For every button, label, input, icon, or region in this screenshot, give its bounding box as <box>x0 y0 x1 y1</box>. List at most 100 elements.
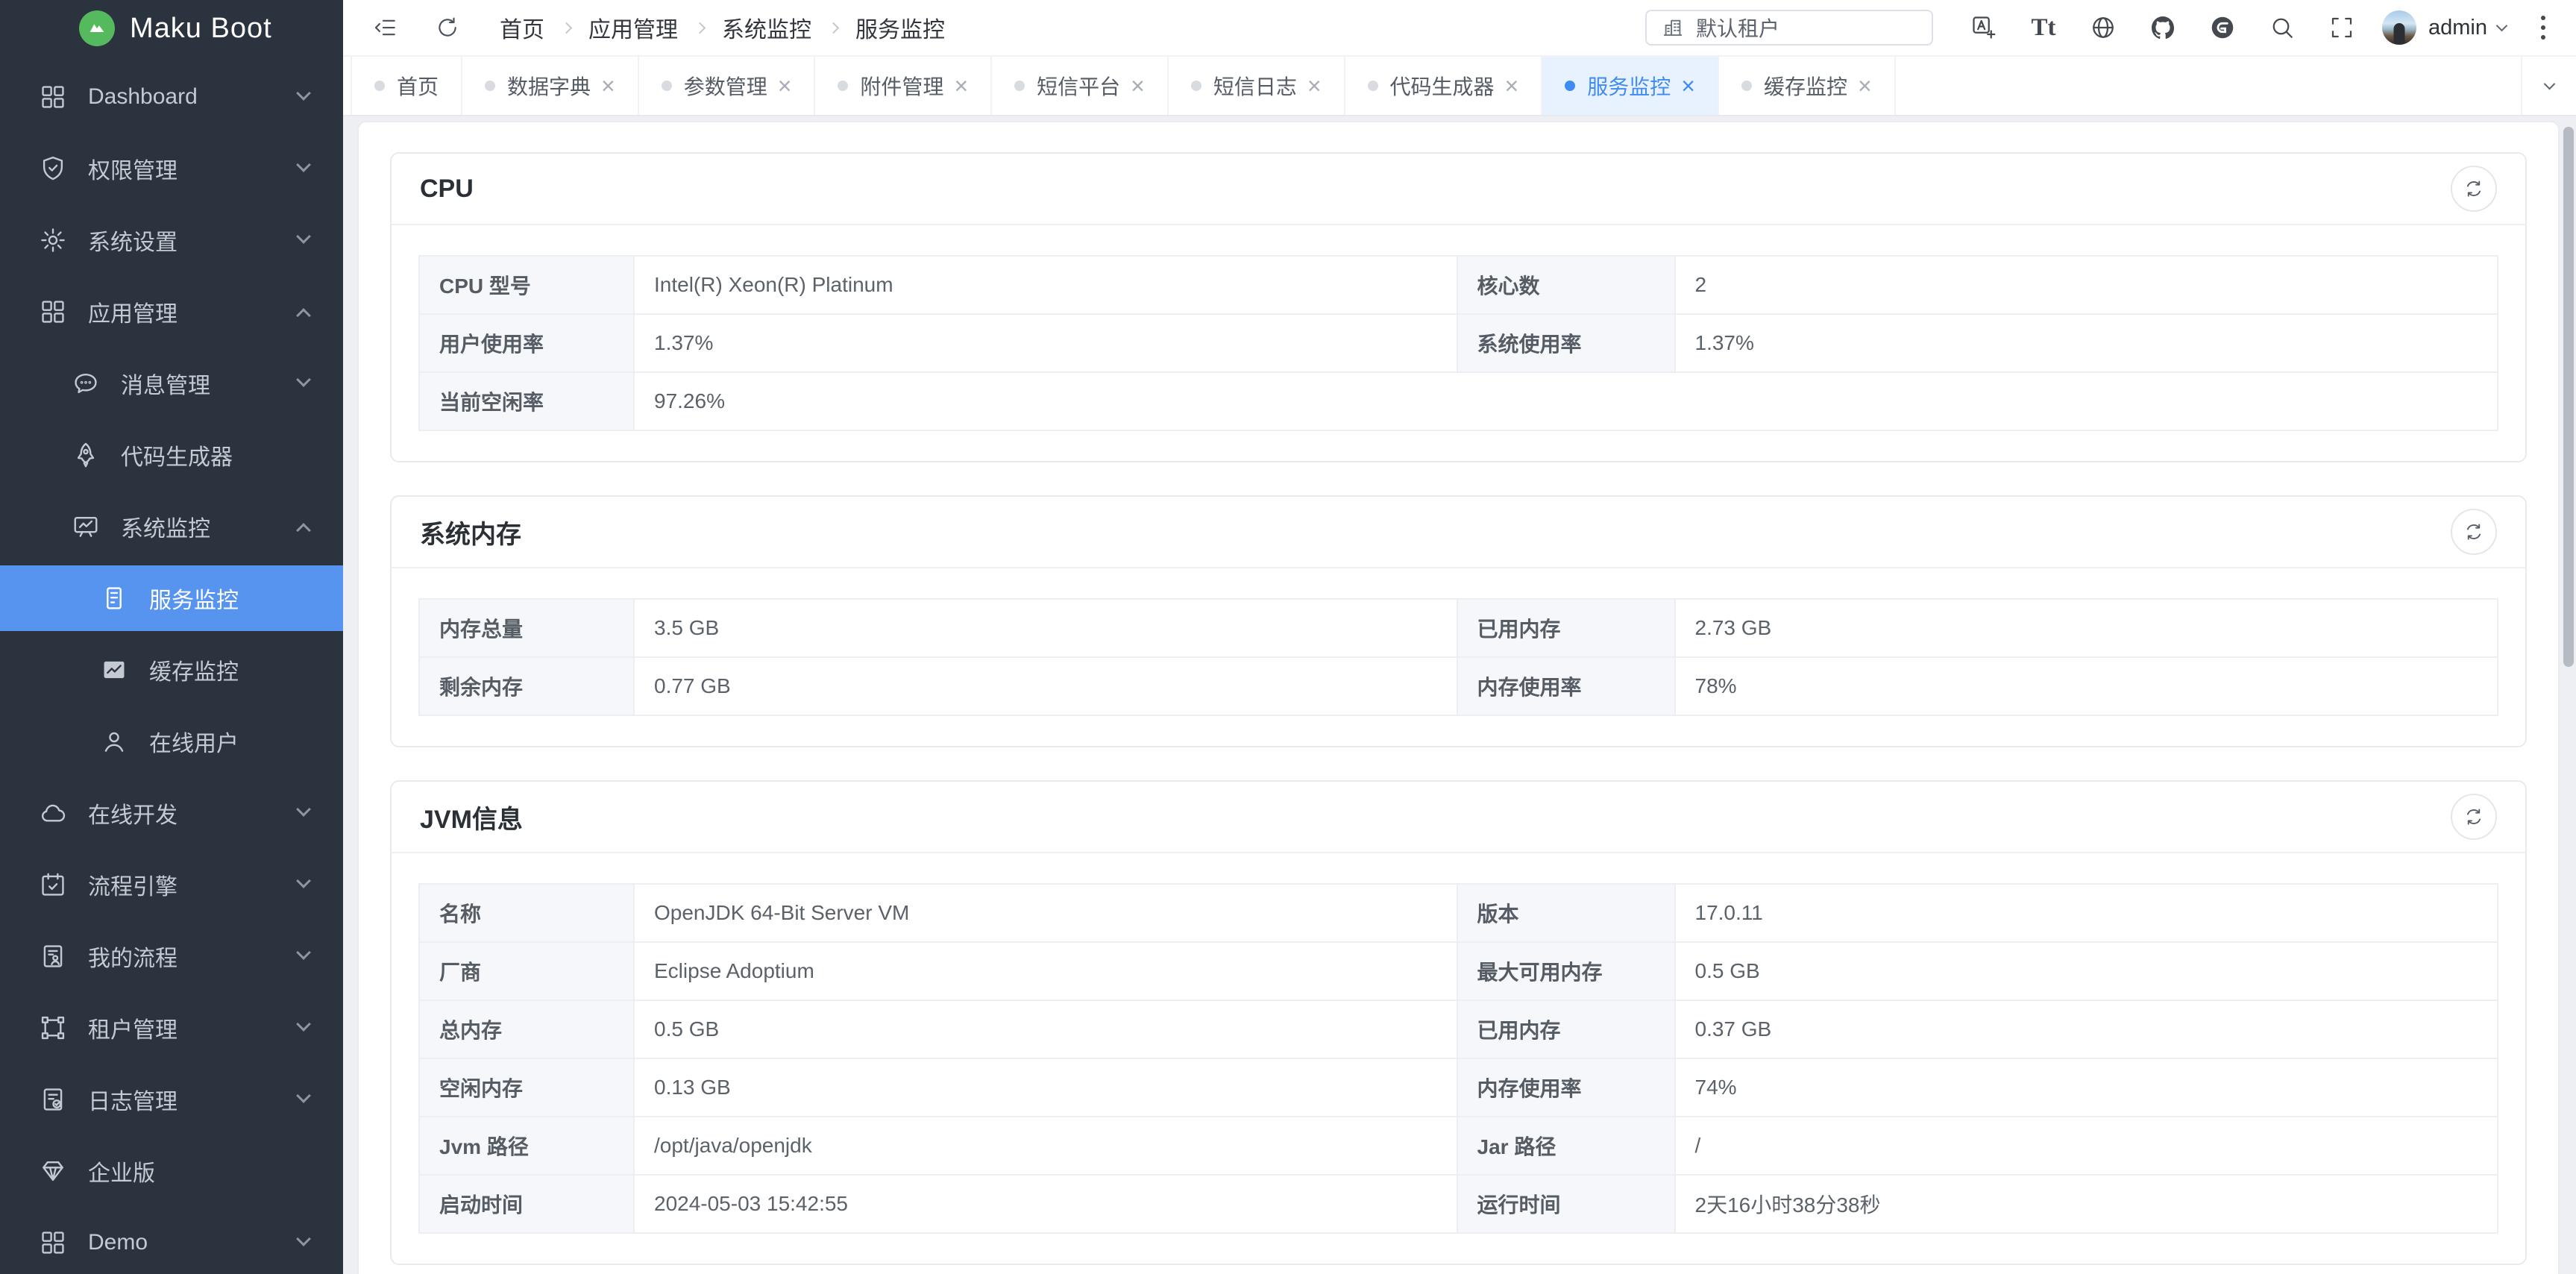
breadcrumb-separator-icon <box>694 22 706 34</box>
cell-value: 0.37 GB <box>1675 1000 2498 1058</box>
tab-service-monitor[interactable]: 服务监控 × <box>1542 57 1719 115</box>
cell-value: 1.37% <box>1675 314 2498 372</box>
sidebar-item-dashboard[interactable]: Dashboard <box>0 64 343 130</box>
sidebar-item-logs[interactable]: 日志管理 <box>0 1067 343 1132</box>
chevron-down-icon <box>296 157 311 172</box>
font-size-icon[interactable]: Tt <box>2014 0 2073 56</box>
tab-sms-log[interactable]: 短信日志 × <box>1169 57 1345 115</box>
sidebar-item-online-dev[interactable]: 在线开发 <box>0 780 343 846</box>
apps-icon <box>39 298 67 326</box>
jvm-card-body: 名称 OpenJDK 64-Bit Server VM 版本 17.0.11 厂… <box>392 853 2525 1264</box>
globe-icon[interactable] <box>2073 0 2133 56</box>
sidebar-item-permission[interactable]: 权限管理 <box>0 136 343 201</box>
sidebar: Maku Boot Dashboard 权限管理 系统设置 应用管理 消息管理 <box>0 0 343 1274</box>
tab-dict[interactable]: 数据字典 × <box>462 57 639 115</box>
sidebar-item-apps[interactable]: 应用管理 <box>0 279 343 345</box>
sidebar-item-label: 消息管理 <box>121 367 210 400</box>
logo-icon <box>79 10 115 46</box>
sidebar-item-label: 流程引擎 <box>88 868 178 901</box>
chevron-up-icon <box>296 308 311 323</box>
sidebar-item-online-users[interactable]: 在线用户 <box>0 709 343 774</box>
cell-value: 1.37% <box>634 314 1457 372</box>
memory-card-body: 内存总量 3.5 GB 已用内存 2.73 GB 剩余内存 0.77 GB 内存… <box>392 568 2525 746</box>
tab-cache-monitor[interactable]: 缓存监控 × <box>1719 57 1896 115</box>
sidebar-item-codegen[interactable]: 代码生成器 <box>0 422 343 488</box>
chevron-down-icon <box>296 1088 311 1103</box>
breadcrumb-item[interactable]: 应用管理 <box>588 11 678 44</box>
chevron-down-icon <box>296 945 311 960</box>
chevron-down-icon <box>296 1231 311 1246</box>
tab-close-icon[interactable]: × <box>1307 74 1322 98</box>
tab-dot-icon <box>485 81 495 91</box>
tab-home[interactable]: 首页 <box>351 57 462 115</box>
cell-value: / <box>1675 1117 2498 1175</box>
tenant-select[interactable]: 默认租户 <box>1645 10 1933 46</box>
sidebar-item-label: 系统监控 <box>121 510 210 543</box>
sidebar-item-service-monitor[interactable]: 服务监控 <box>0 565 343 631</box>
jvm-refresh-button[interactable] <box>2451 794 2497 840</box>
github-icon[interactable] <box>2133 0 2193 56</box>
sidebar-item-enterprise[interactable]: 企业版 <box>0 1138 343 1204</box>
memory-card: 系统内存 内存总量 3.5 GB 已用内存 2.73 GB <box>390 495 2527 747</box>
sidebar-item-monitor[interactable]: 系统监控 <box>0 494 343 559</box>
memory-refresh-button[interactable] <box>2451 509 2497 555</box>
cell-value: 0.77 GB <box>634 657 1457 715</box>
chevron-up-icon <box>296 523 311 538</box>
cell-label: 核心数 <box>1457 256 1675 314</box>
cell-label: 当前空闲率 <box>419 372 634 430</box>
cpu-table: CPU 型号 Intel(R) Xeon(R) Platinum 核心数 2 用… <box>418 255 2498 431</box>
cell-label: 系统使用率 <box>1457 314 1675 372</box>
fullscreen-icon[interactable] <box>2312 0 2372 56</box>
sidebar-item-tenant[interactable]: 租户管理 <box>0 995 343 1061</box>
cell-value: Eclipse Adoptium <box>634 942 1457 1000</box>
chevron-down-icon <box>296 229 311 244</box>
tab-params[interactable]: 参数管理 × <box>639 57 816 115</box>
tab-close-icon[interactable]: × <box>778 74 792 98</box>
tab-close-icon[interactable]: × <box>954 74 968 98</box>
cell-value: 78% <box>1675 657 2498 715</box>
building-icon <box>1662 16 1684 39</box>
translate-icon[interactable] <box>1954 0 2014 56</box>
sidebar-item-workflow-engine[interactable]: 流程引擎 <box>0 852 343 917</box>
tab-close-icon[interactable]: × <box>1505 74 1519 98</box>
tab-dropdown-button[interactable] <box>2521 57 2576 115</box>
chat-icon <box>72 369 100 398</box>
tab-close-icon[interactable]: × <box>1131 74 1145 98</box>
memory-table: 内存总量 3.5 GB 已用内存 2.73 GB 剩余内存 0.77 GB 内存… <box>418 598 2498 716</box>
sidebar-item-demo[interactable]: Demo <box>0 1210 343 1274</box>
cpu-refresh-button[interactable] <box>2451 166 2497 212</box>
breadcrumb-item[interactable]: 首页 <box>500 11 544 44</box>
tab-attachments[interactable]: 附件管理 × <box>815 57 992 115</box>
cell-label: 内存使用率 <box>1457 657 1675 715</box>
tab-sms-platform[interactable]: 短信平台 × <box>992 57 1169 115</box>
breadcrumb-item[interactable]: 系统监控 <box>722 11 811 44</box>
scrollbar-thumb[interactable] <box>2563 127 2574 667</box>
cell-value: 2.73 GB <box>1675 599 2498 657</box>
chevron-down-icon <box>296 802 311 817</box>
cell-value: OpenJDK 64-Bit Server VM <box>634 884 1457 942</box>
tab-close-icon[interactable]: × <box>1858 74 1872 98</box>
cell-label: 已用内存 <box>1457 1000 1675 1058</box>
kebab-menu-icon[interactable] <box>2528 7 2558 48</box>
tab-codegen[interactable]: 代码生成器 × <box>1345 57 1543 115</box>
sidebar-item-cache-monitor[interactable]: 缓存监控 <box>0 637 343 703</box>
table-row: 空闲内存 0.13 GB 内存使用率 74% <box>419 1058 2498 1117</box>
search-icon[interactable] <box>2252 0 2312 56</box>
jvm-table: 名称 OpenJDK 64-Bit Server VM 版本 17.0.11 厂… <box>418 883 2498 1234</box>
user-icon <box>100 727 128 756</box>
tab-close-icon[interactable]: × <box>1681 74 1695 98</box>
cell-value: 0.13 GB <box>634 1058 1457 1117</box>
breadcrumb-separator-icon <box>828 22 840 34</box>
sidebar-collapse-icon[interactable] <box>364 7 406 48</box>
sidebar-item-my-workflow[interactable]: 我的流程 <box>0 923 343 989</box>
tab-dot-icon <box>1565 81 1575 91</box>
app-logo[interactable]: Maku Boot <box>0 0 343 57</box>
sidebar-item-message[interactable]: 消息管理 <box>0 351 343 416</box>
breadcrumb: 首页 应用管理 系统监控 服务监控 <box>500 11 945 44</box>
tab-close-icon[interactable]: × <box>601 74 615 98</box>
refresh-icon[interactable] <box>427 7 468 48</box>
user-menu[interactable]: admin <box>2382 10 2506 45</box>
sidebar-item-settings[interactable]: 系统设置 <box>0 207 343 273</box>
top-header: 首页 应用管理 系统监控 服务监控 默认租户 Tt <box>343 0 2576 57</box>
gitee-icon[interactable] <box>2193 0 2252 56</box>
